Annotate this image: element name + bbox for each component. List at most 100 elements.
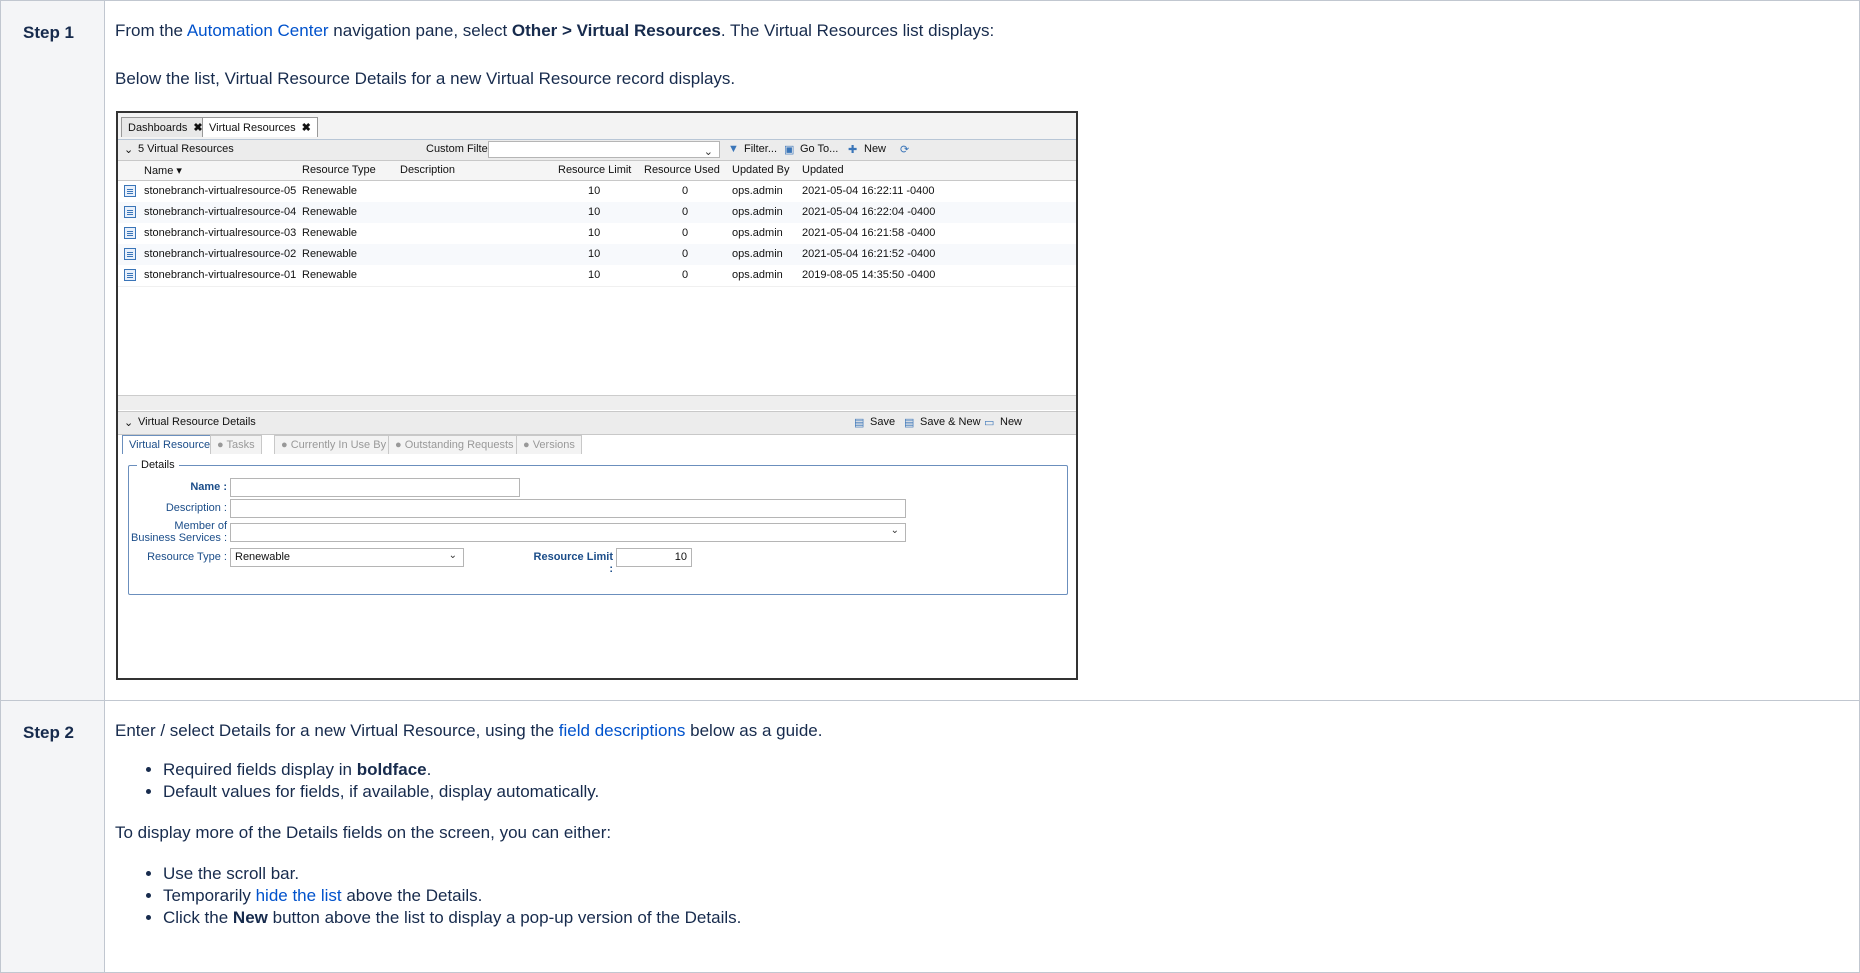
list-item: Temporarily hide the list above the Deta…: [163, 885, 1859, 907]
hide-the-list-link[interactable]: hide the list: [256, 886, 342, 905]
column-header-row: Name ▾ Resource Type Description Resourc…: [118, 161, 1076, 181]
field-descriptions-link[interactable]: field descriptions: [559, 721, 686, 740]
text: boldface: [356, 760, 427, 779]
column-header[interactable]: Resource Type: [302, 164, 376, 176]
name-field[interactable]: [230, 478, 520, 497]
automation-center-link[interactable]: Automation Center: [187, 21, 329, 40]
tab-currently-in-use-by[interactable]: ● Currently In Use By: [274, 435, 394, 454]
custom-filter-select[interactable]: ⌄: [488, 141, 720, 158]
list-title: 5 Virtual Resources: [138, 143, 234, 155]
table-row[interactable]: stonebranch-virtualresource-02 Renewable…: [118, 244, 1076, 266]
new-icon: ▭: [984, 417, 995, 429]
step-1-paragraph-2: Below the list, Virtual Resource Details…: [115, 69, 736, 88]
list-item: Click the New button above the list to d…: [163, 907, 1859, 929]
cell-used: 0: [682, 227, 689, 239]
business-services-select[interactable]: ⌄: [230, 523, 906, 542]
chevron-down-icon: ⌄: [703, 146, 713, 158]
column-header[interactable]: Description: [400, 164, 455, 176]
cell-type: Renewable: [302, 227, 358, 239]
text: Click the: [163, 908, 233, 927]
cell-limit: 10: [588, 185, 601, 197]
tab-tasks[interactable]: ● Tasks: [210, 435, 262, 454]
custom-filter-label: Custom Filter: [426, 143, 492, 155]
column-header[interactable]: Resource Limit: [558, 164, 631, 176]
new-detail-button[interactable]: New: [1000, 416, 1022, 428]
horizontal-scrollbar[interactable]: [118, 395, 1076, 410]
column-header[interactable]: Resource Used: [644, 164, 720, 176]
cell-updated-by: ops.admin: [732, 206, 783, 218]
new-button[interactable]: New: [864, 143, 886, 155]
save-new-icon: ▤: [904, 417, 915, 429]
table-row[interactable]: stonebranch-virtualresource-05 Renewable…: [118, 181, 1076, 203]
tab-outstanding-requests[interactable]: ● Outstanding Requests: [388, 435, 521, 454]
text: below as a guide.: [685, 721, 823, 740]
save-button[interactable]: Save: [870, 416, 895, 428]
step-2-content: Enter / select Details for a new Virtual…: [104, 700, 1860, 973]
fieldset-legend: Details: [137, 459, 179, 471]
chevron-down-icon[interactable]: ⌄: [124, 143, 133, 156]
table-row[interactable]: stonebranch-virtualresource-01 Renewable…: [118, 265, 1076, 287]
record-icon: [124, 269, 136, 281]
cell-limit: 10: [588, 269, 601, 281]
cell-used: 0: [682, 269, 689, 281]
text: above the Details.: [341, 886, 483, 905]
step-2-list-2: Use the scroll bar. Temporarily hide the…: [115, 863, 1859, 929]
chevron-down-icon[interactable]: ⌄: [124, 416, 133, 429]
list-item: Use the scroll bar.: [163, 863, 1859, 885]
name-label: Name :: [190, 481, 227, 493]
goto-button[interactable]: Go To...: [800, 143, 838, 155]
tab-label: Virtual Resources: [209, 122, 296, 134]
column-header[interactable]: Updated By: [732, 164, 789, 176]
details-header: ⌄ Virtual Resource Details ▤ Save ▤ Save…: [118, 411, 1076, 435]
cell-updated-by: ops.admin: [732, 248, 783, 260]
tab-label: Currently In Use By: [290, 439, 387, 451]
cell-updated: 2021-05-04 16:22:11 -0400: [802, 185, 935, 197]
cell-used: 0: [682, 206, 689, 218]
cell-type: Renewable: [302, 185, 358, 197]
text: Enter / select Details for a new Virtual…: [115, 721, 559, 740]
description-field[interactable]: [230, 499, 906, 518]
tab-label: Versions: [532, 439, 575, 451]
resource-limit-field[interactable]: 10: [616, 548, 692, 567]
column-header[interactable]: Updated: [802, 164, 844, 176]
cell-type: Renewable: [302, 206, 358, 218]
step-2-list-1: Required fields display in boldface. Def…: [115, 759, 1859, 803]
close-icon[interactable]: ✖: [302, 122, 311, 134]
refresh-icon[interactable]: ⟳: [900, 143, 909, 156]
tab-virtual-resource[interactable]: Virtual Resource: [122, 435, 218, 454]
cell-name: stonebranch-virtualresource-02: [144, 248, 297, 260]
details-fieldset: Details Name : Description : Member of B…: [128, 459, 1068, 595]
description-label: Description :: [165, 502, 227, 514]
text: Required fields display in: [163, 760, 357, 779]
cell-name: stonebranch-virtualresource-05: [144, 185, 297, 197]
cell-limit: 10: [588, 227, 601, 239]
cell-limit: 10: [588, 206, 601, 218]
cell-name: stonebranch-virtualresource-04: [144, 206, 297, 218]
resource-type-select[interactable]: Renewable ⌄: [230, 548, 464, 567]
text: Temporarily: [163, 886, 256, 905]
tab-label: Outstanding Requests: [404, 439, 514, 451]
tab-virtual-resources[interactable]: Virtual Resources ✖: [202, 117, 318, 137]
cell-type: Renewable: [302, 269, 358, 281]
save-new-button[interactable]: Save & New: [920, 416, 981, 428]
member-label-line-1: Member of: [174, 520, 227, 532]
column-header[interactable]: Name ▾: [144, 164, 182, 177]
save-icon: ▤: [854, 417, 865, 429]
step-2-paragraph-2: To display more of the Details fields on…: [115, 823, 612, 842]
text: .: [426, 760, 432, 779]
tab-dashboards[interactable]: Dashboards ✖: [121, 117, 210, 137]
list-item: Default values for fields, if available,…: [163, 781, 1859, 803]
tab-label: Tasks: [226, 439, 255, 451]
cell-updated-by: ops.admin: [732, 227, 783, 239]
table-row[interactable]: stonebranch-virtualresource-03 Renewable…: [118, 223, 1076, 245]
filter-button[interactable]: Filter...: [744, 143, 777, 155]
tab-versions[interactable]: ● Versions: [516, 435, 582, 454]
filter-icon: ▼: [728, 143, 739, 155]
details-title: Virtual Resource Details: [138, 416, 256, 428]
resource-type-label: Resource Type :: [147, 551, 227, 563]
cell-type: Renewable: [302, 248, 358, 260]
chevron-down-icon: ⌄: [448, 550, 457, 561]
cell-name: stonebranch-virtualresource-01: [144, 269, 297, 281]
cell-updated: 2021-05-04 16:21:52 -0400: [802, 248, 936, 260]
table-row[interactable]: stonebranch-virtualresource-04 Renewable…: [118, 202, 1076, 224]
